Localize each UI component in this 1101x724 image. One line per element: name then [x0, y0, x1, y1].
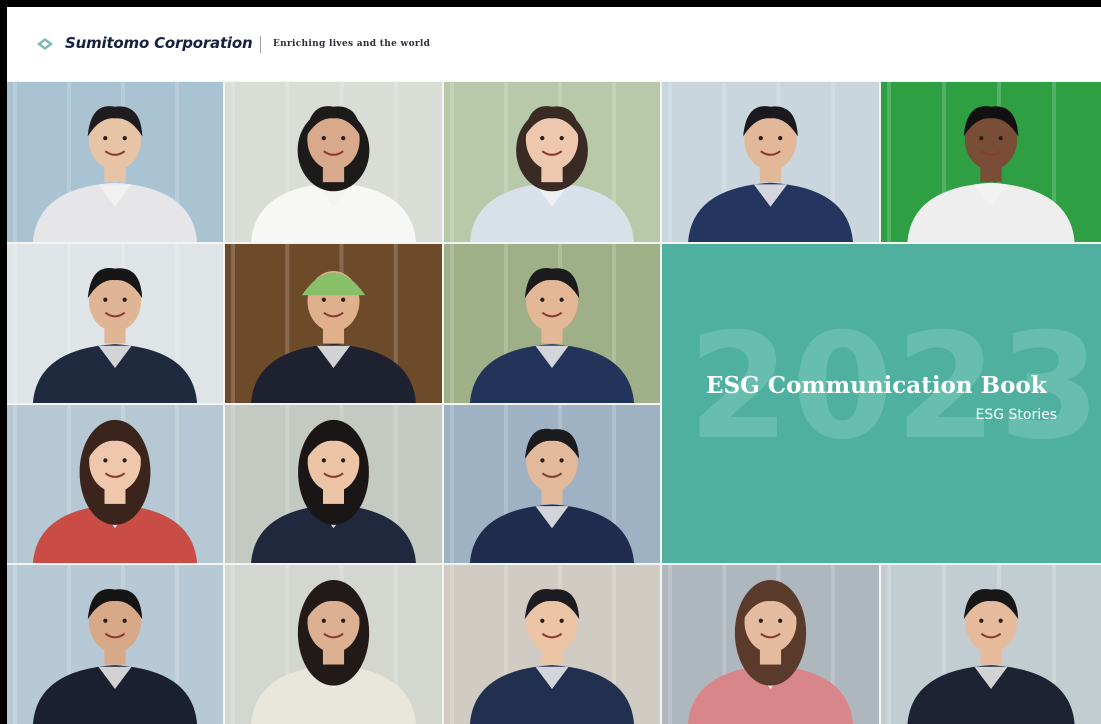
portrait-photo [881, 82, 1101, 242]
portrait-photo [7, 565, 223, 724]
portrait-photo [225, 405, 442, 563]
portrait-tile [444, 565, 660, 724]
portrait-photo [225, 244, 442, 403]
portrait-tile [881, 565, 1101, 724]
portrait-photo [225, 565, 442, 724]
brand-tagline: Enriching lives and the world [273, 39, 431, 49]
portrait-tile [225, 565, 442, 724]
portrait-tile [662, 82, 879, 242]
portrait-photo [662, 82, 879, 242]
portrait-photo [662, 565, 879, 724]
cover-page: Sumitomo Corporation Enriching lives and… [7, 7, 1101, 724]
portrait-tile [7, 405, 223, 563]
portrait-tile [7, 82, 223, 242]
portrait-grid: 2023 ESG Communication Book ESG Stories [7, 82, 1101, 724]
portrait-tile [444, 244, 660, 403]
header-bar: Sumitomo Corporation Enriching lives and… [7, 7, 1101, 81]
portrait-photo [444, 405, 660, 563]
portrait-tile [662, 565, 879, 724]
portrait-photo [7, 405, 223, 563]
portrait-photo [444, 82, 660, 242]
header-divider [260, 36, 261, 53]
portrait-tile [881, 82, 1101, 242]
portrait-tile [7, 565, 223, 724]
portrait-photo [444, 244, 660, 403]
brand-name: Sumitomo Corporation [65, 34, 253, 52]
cover-title: ESG Communication Book [706, 372, 1047, 399]
cover-subtitle: ESG Stories [975, 407, 1057, 423]
portrait-photo [881, 565, 1101, 724]
portrait-tile [444, 82, 660, 242]
portrait-tile [444, 405, 660, 563]
portrait-photo [7, 244, 223, 403]
portrait-photo [7, 82, 223, 242]
portrait-tile [7, 244, 223, 403]
sumitomo-logo-icon [37, 38, 53, 50]
portrait-tile [225, 244, 442, 403]
portrait-photo [225, 82, 442, 242]
cover-title-panel: 2023 ESG Communication Book ESG Stories [662, 244, 1101, 563]
portrait-tile [225, 405, 442, 563]
portrait-tile [225, 82, 442, 242]
portrait-photo [444, 565, 660, 724]
